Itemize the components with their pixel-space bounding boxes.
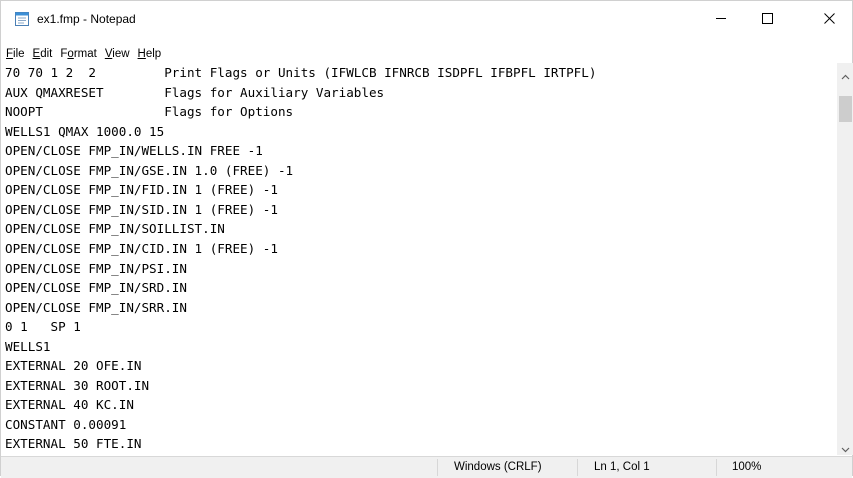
notepad-window: ex1.fmp - Notepad File Edit Format View: [0, 0, 853, 478]
menu-bar: File Edit Format View Help: [1, 45, 852, 63]
maximize-icon: [761, 11, 773, 29]
editor-line: OPEN/CLOSE FMP_IN/SOILLIST.IN: [5, 221, 225, 237]
status-line-ending: Windows (CRLF): [454, 461, 542, 473]
scrollbar-thumb[interactable]: [839, 96, 852, 122]
minimize-icon: [715, 11, 727, 29]
editor-line: 70 70 1 2 2 Print Flags or Units (IFWLCB…: [5, 65, 597, 80]
minimize-button[interactable]: [698, 1, 744, 38]
status-separator: [716, 459, 717, 476]
editor-line: CONSTANT 0.00091: [5, 416, 127, 432]
editor-line: NOOPT Flags for Options: [5, 104, 294, 120]
scroll-up-arrow-icon[interactable]: [840, 69, 851, 80]
status-separator: [577, 459, 578, 476]
status-bar: Windows (CRLF) Ln 1, Col 1 100%: [1, 456, 852, 478]
editor-line: WELLS1: [5, 338, 51, 354]
editor-line: EXTERNAL 30 ROOT.IN: [5, 377, 150, 393]
editor-line: OPEN/CLOSE FMP_IN/WELLS.IN FREE -1: [5, 143, 263, 159]
menu-help[interactable]: Help: [138, 48, 162, 60]
editor-line: 0 1 SP 1: [5, 319, 81, 335]
editor-line: OPEN/CLOSE FMP_IN/GSE.IN 1.0 (FREE) -1: [5, 162, 294, 178]
editor-line: OPEN/CLOSE FMP_IN/SID.IN 1 (FREE) -1: [5, 201, 278, 217]
status-zoom: 100%: [732, 461, 762, 473]
editor-line: EXTERNAL 20 OFE.IN: [5, 358, 142, 374]
menu-view[interactable]: View: [105, 48, 130, 60]
vertical-scrollbar[interactable]: [837, 63, 853, 455]
status-cursor-position: Ln 1, Col 1: [594, 461, 650, 473]
maximize-button[interactable]: [744, 1, 790, 38]
menu-edit[interactable]: Edit: [33, 48, 53, 60]
editor-line: OPEN/CLOSE FMP_IN/PSI.IN: [5, 260, 187, 276]
window-title: ex1.fmp - Notepad: [37, 12, 136, 26]
editor-line: OPEN/CLOSE FMP_IN/SRR.IN: [5, 299, 187, 315]
close-icon: [823, 11, 835, 29]
editor-line: OPEN/CLOSE FMP_IN/FID.IN 1 (FREE) -1: [5, 182, 278, 198]
menu-format[interactable]: Format: [60, 48, 96, 60]
editor-line: EXTERNAL 40 KC.IN: [5, 397, 134, 413]
title-bar[interactable]: ex1.fmp - Notepad: [1, 1, 852, 38]
editor-line: AUX QMAXRESET Flags for Auxiliary Variab…: [5, 84, 385, 100]
editor-line: OPEN/CLOSE FMP_IN/CID.IN 1 (FREE) -1: [5, 240, 278, 256]
close-button[interactable]: [806, 1, 852, 38]
text-editor[interactable]: 70 70 1 2 2 Print Flags or Units (IFWLCB…: [1, 63, 836, 455]
editor-line: WELLS1 QMAX 1000.0 15: [5, 123, 165, 139]
editor-line: EXTERNAL 50 FTE.IN: [5, 436, 142, 452]
status-separator: [437, 459, 438, 476]
editor-line: OPEN/CLOSE FMP_IN/SRD.IN: [5, 280, 187, 296]
menu-file[interactable]: File: [6, 48, 25, 60]
scroll-down-arrow-icon[interactable]: [840, 441, 851, 453]
notepad-icon: [15, 11, 29, 26]
